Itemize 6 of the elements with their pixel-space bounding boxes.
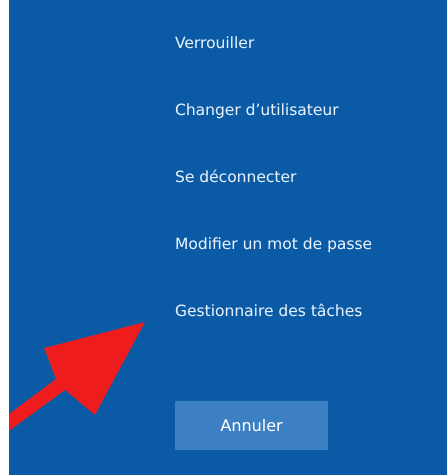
cancel-button[interactable]: Annuler bbox=[175, 401, 328, 450]
menu-item[interactable]: Gestionnaire des tâches bbox=[175, 278, 447, 345]
menu-item[interactable]: Se déconnecter bbox=[175, 144, 447, 211]
menu-item[interactable]: Modifier un mot de passe bbox=[175, 211, 447, 278]
menu-item[interactable]: Verrouiller bbox=[175, 10, 447, 77]
menu-item[interactable]: Changer d’utilisateur bbox=[175, 77, 447, 144]
